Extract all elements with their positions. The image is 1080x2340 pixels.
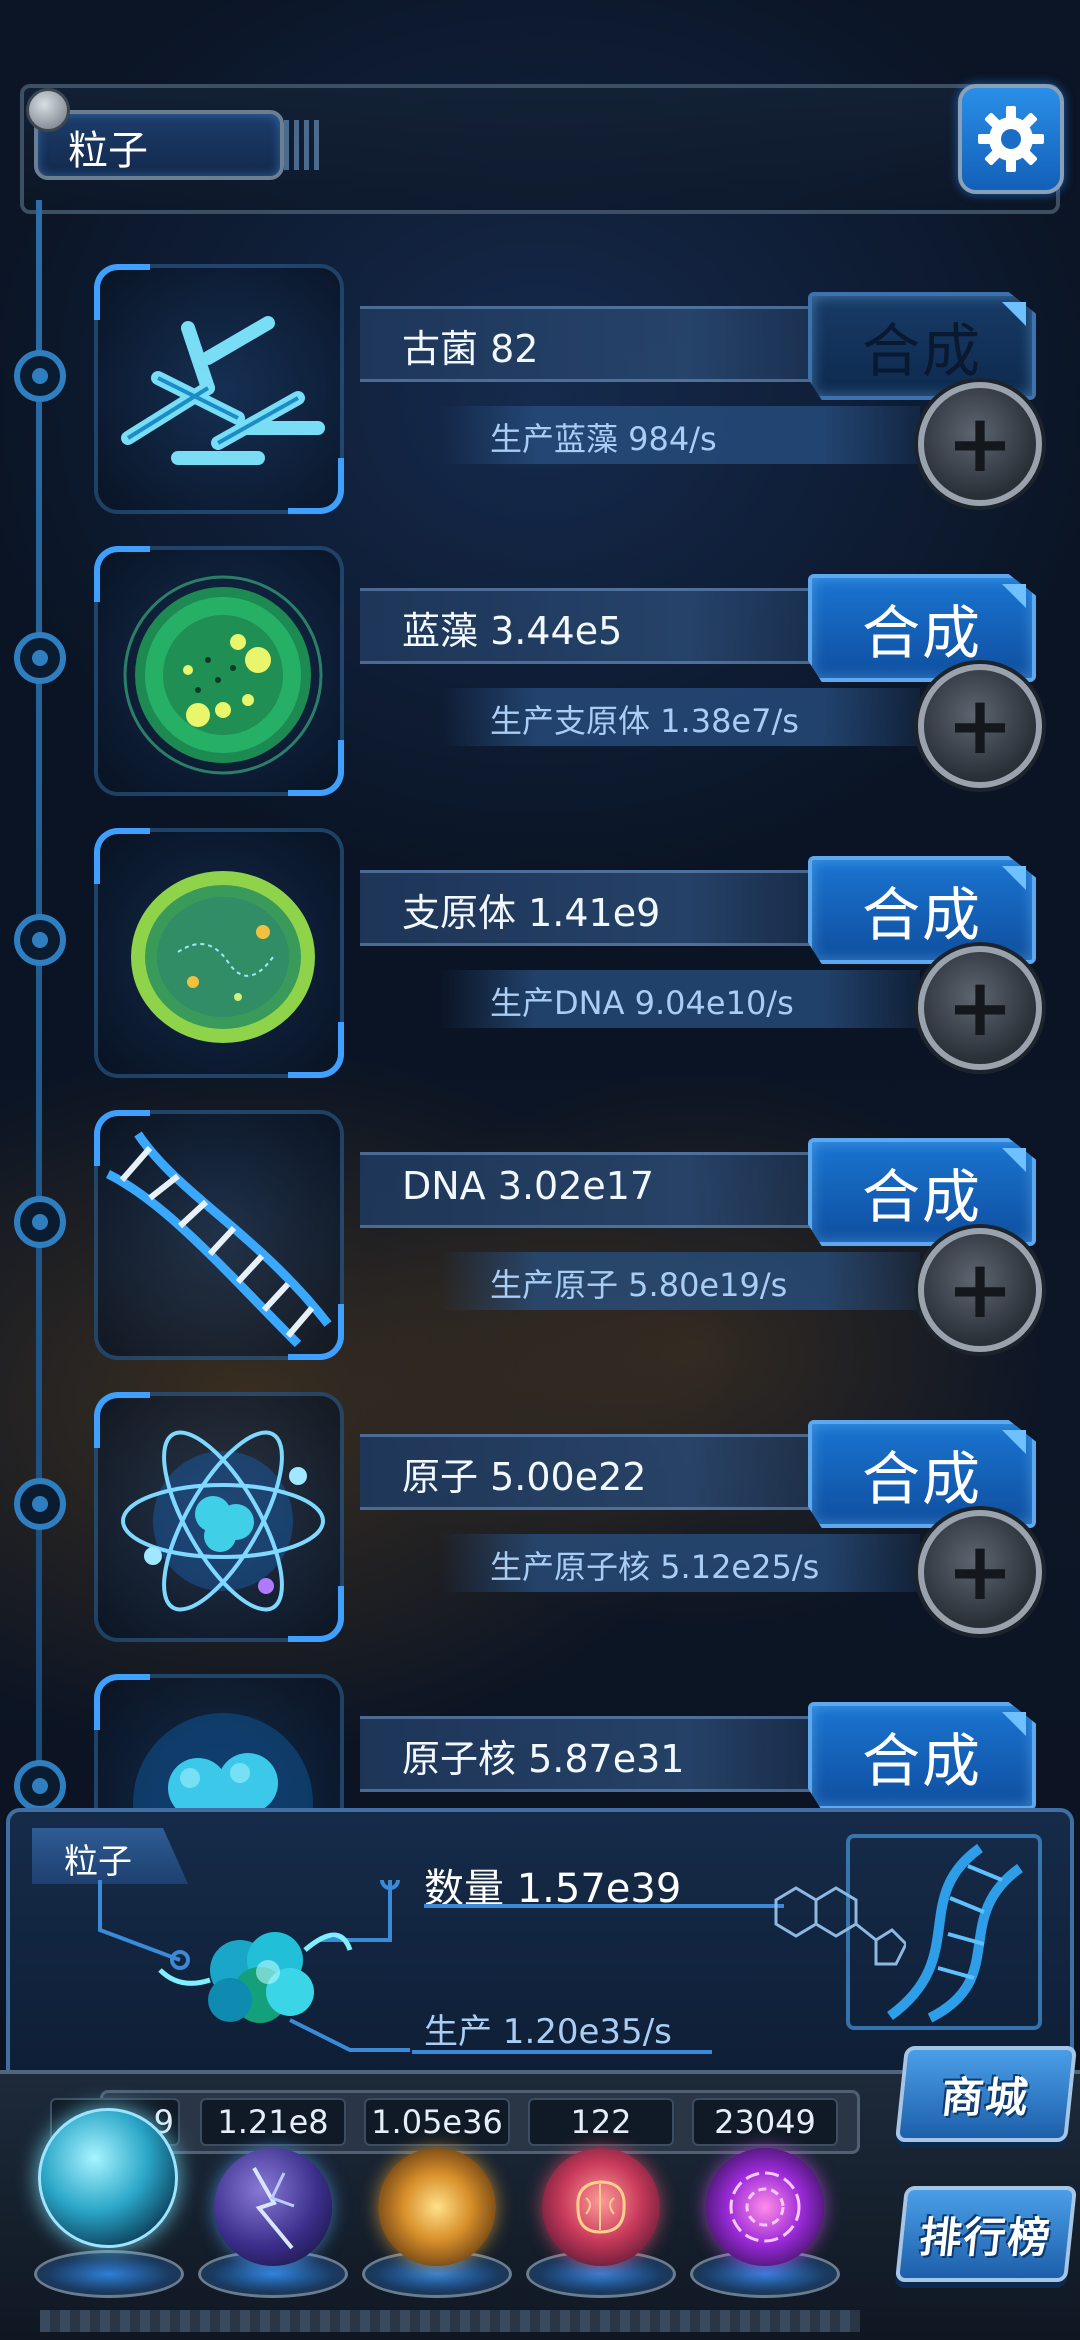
upgrade-button[interactable]: + xyxy=(918,382,1042,506)
item-name: 支原体 1.41e9 xyxy=(402,891,661,935)
galaxy-orb-icon[interactable] xyxy=(378,2148,496,2266)
plus-icon: + xyxy=(946,397,1014,490)
item-name: 古菌 82 xyxy=(402,327,539,371)
list-item-dna: DNA 3.02e17 生产原子 5.80e19/s 合成 + xyxy=(0,1104,1080,1384)
upgrade-button[interactable]: + xyxy=(918,1228,1042,1352)
list-item-atom: 原子 5.00e22 生产原子核 5.12e25/s 合成 + xyxy=(0,1386,1080,1666)
particle-orb-icon[interactable] xyxy=(38,2108,178,2248)
item-icon-frame xyxy=(94,1110,344,1360)
item-name: 原子核 5.87e31 xyxy=(402,1737,685,1781)
item-icon-frame xyxy=(94,1392,344,1642)
resource-value-energy: 1.21e8 xyxy=(200,2098,346,2146)
timeline-node xyxy=(14,632,66,684)
vortex-orb-icon[interactable] xyxy=(706,2148,824,2266)
atom-icon xyxy=(121,1430,325,1612)
production-rate: 生产原子核 5.12e25/s xyxy=(490,1548,820,1586)
item-icon-frame xyxy=(94,264,344,514)
lightning-orb-icon[interactable] xyxy=(214,2148,332,2266)
evolution-list[interactable]: 古菌 82 生产蓝藻 984/s 合成 + 蓝藻 3.44e5 生产支原体 1.… xyxy=(0,0,1080,1810)
timeline-node xyxy=(14,1760,66,1810)
plus-icon: + xyxy=(946,961,1014,1054)
brain-icon xyxy=(576,2180,626,2234)
item-icon-frame xyxy=(94,1674,344,1810)
synthesize-label: 合成 xyxy=(861,881,982,949)
item-icon-frame xyxy=(94,828,344,1078)
list-item-archaea: 古菌 82 生产蓝藻 984/s 合成 + xyxy=(0,258,1080,538)
leaderboard-button[interactable]: 排行榜 xyxy=(894,2186,1078,2282)
lightning-icon xyxy=(252,2167,295,2250)
timeline-node xyxy=(14,914,66,966)
resource-value-vortex: 23049 xyxy=(692,2098,838,2146)
nucleus-icon xyxy=(133,1713,313,1810)
timeline-node xyxy=(14,350,66,402)
synthesize-button[interactable]: 合成 xyxy=(808,292,1036,400)
timeline-node xyxy=(14,1478,66,1530)
timeline-node xyxy=(14,1196,66,1248)
synthesize-label: 合成 xyxy=(861,1727,982,1795)
particle-cluster-icon xyxy=(98,1880,410,2052)
panel-tag-label: 粒子 xyxy=(64,1842,132,1882)
production-rate: 生产支原体 1.38e7/s xyxy=(490,702,799,740)
list-item-nucleus: 原子核 5.87e31 合成 xyxy=(0,1668,1080,1810)
plus-icon: + xyxy=(946,1525,1014,1618)
plus-icon: + xyxy=(946,1243,1014,1336)
item-name: 蓝藻 3.44e5 xyxy=(402,609,623,653)
production-rate: 生产蓝藻 984/s xyxy=(490,420,717,458)
orb-pedestal xyxy=(34,2250,184,2298)
count-underline xyxy=(424,1904,784,1908)
leaderboard-label: 排行榜 xyxy=(917,2212,1055,2262)
shop-button[interactable]: 商城 xyxy=(894,2046,1078,2142)
synthesize-button[interactable]: 合成 xyxy=(808,1702,1036,1810)
particle-production: 生产 1.20e35/s xyxy=(424,2012,672,2052)
plus-icon: + xyxy=(946,679,1014,772)
vortex-icon xyxy=(729,2171,801,2243)
synthesize-label: 合成 xyxy=(861,599,982,667)
molecule-icon xyxy=(774,1886,906,1966)
production-rate: 生产原子 5.80e19/s xyxy=(490,1266,788,1304)
item-icon-frame xyxy=(94,546,344,796)
synthesize-button[interactable]: 合成 xyxy=(808,1138,1036,1246)
synthesize-label: 合成 xyxy=(861,317,982,385)
resource-value-brain: 122 xyxy=(528,2098,674,2146)
dna-icon xyxy=(105,1131,332,1348)
synthesize-label: 合成 xyxy=(861,1445,982,1513)
item-name: 原子 5.00e22 xyxy=(402,1455,647,1499)
upgrade-button[interactable]: + xyxy=(918,1510,1042,1634)
upgrade-button[interactable]: + xyxy=(918,946,1042,1070)
synthesize-button[interactable]: 合成 xyxy=(808,856,1036,964)
archaea-icon xyxy=(121,316,325,465)
production-rate: 生产DNA 9.04e10/s xyxy=(490,984,794,1022)
production-underline xyxy=(412,2050,712,2054)
resource-value-galaxy: 1.05e36 xyxy=(364,2098,510,2146)
cyanobacteria-icon xyxy=(123,575,323,775)
list-item-cyanobacteria: 蓝藻 3.44e5 生产支原体 1.38e7/s 合成 + xyxy=(0,540,1080,820)
shop-label: 商城 xyxy=(939,2072,1033,2122)
upgrade-button[interactable]: + xyxy=(918,664,1042,788)
synthesize-label: 合成 xyxy=(861,1163,982,1231)
dock-footer-strip xyxy=(40,2310,860,2332)
item-name: DNA 3.02e17 xyxy=(402,1164,655,1208)
list-item-mycoplasma: 支原体 1.41e9 生产DNA 9.04e10/s 合成 + xyxy=(0,822,1080,1102)
brain-orb-icon[interactable] xyxy=(542,2148,660,2266)
synthesize-button[interactable]: 合成 xyxy=(808,574,1036,682)
mycoplasma-icon xyxy=(131,871,315,1043)
synthesize-button[interactable]: 合成 xyxy=(808,1420,1036,1528)
